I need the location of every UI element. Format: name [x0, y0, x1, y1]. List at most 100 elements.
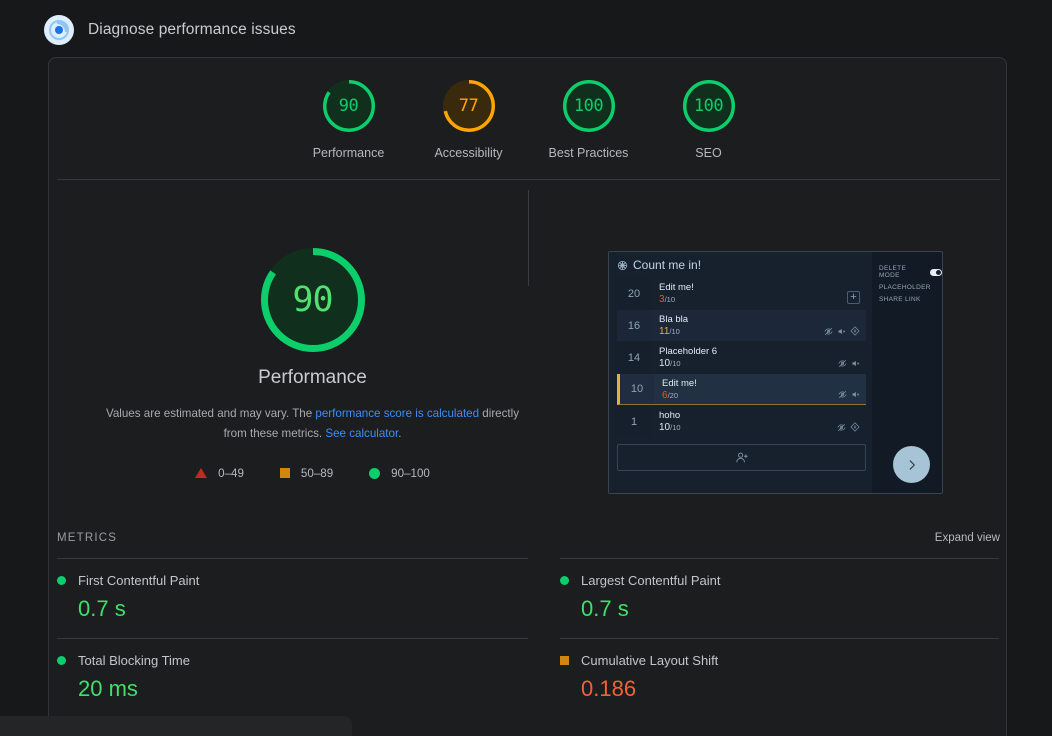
side-option-label: DELETE MODE — [879, 265, 907, 279]
volume-icon[interactable] — [851, 359, 860, 368]
item-icons — [837, 406, 866, 437]
score-gauges: 90 Performance 77 Accessibility 100 Best… — [49, 80, 1008, 160]
preview-side-options: DELETE MODE PLACEHOLDER SHARE LINK — [872, 252, 942, 303]
metric-header: First Contentful Paint — [57, 573, 528, 588]
item-info: hoho 10/10 — [651, 406, 837, 437]
score-label: Accessibility — [434, 146, 503, 160]
side-option-0[interactable]: DELETE MODE — [879, 265, 942, 279]
performance-score-value: 90 — [292, 280, 333, 320]
metric-row[interactable]: Total Blocking Time 20 ms — [57, 638, 528, 718]
page-screenshot-preview: Count me in! 20 Edit me! 3/10 + 16 Bla b… — [608, 251, 943, 494]
list-item[interactable]: 1 hoho 10/10 — [617, 406, 866, 437]
performance-section: 90 Performance Values are estimated and … — [49, 248, 576, 480]
diamond-icon[interactable] — [850, 326, 860, 336]
item-points: 6/20 — [662, 389, 678, 401]
eye-off-icon[interactable] — [838, 359, 847, 368]
item-score: 20 — [617, 278, 651, 309]
score-gauge-3[interactable]: 100 SEO — [649, 80, 769, 160]
report-card: 90 Performance 77 Accessibility 100 Best… — [48, 57, 1007, 736]
side-option-2[interactable]: SHARE LINK — [879, 296, 942, 303]
item-icons: + — [847, 278, 866, 309]
side-option-1[interactable]: PLACEHOLDER — [879, 284, 942, 291]
score-value: 77 — [458, 96, 479, 116]
item-name: hoho — [659, 410, 681, 421]
next-button[interactable] — [893, 446, 930, 483]
performance-score-link[interactable]: performance score is calculated — [315, 407, 479, 420]
item-info: Edit me! 3/10 — [651, 278, 847, 309]
list-item[interactable]: 16 Bla bla 11/10 — [617, 310, 866, 341]
eye-off-icon[interactable] — [837, 423, 846, 432]
score-gauge-2[interactable]: 100 Best Practices — [529, 80, 649, 160]
list-item[interactable]: 10 Edit me! 6/20 — [617, 374, 866, 405]
add-icon[interactable]: + — [847, 291, 860, 304]
expand-view-button[interactable]: Expand view — [935, 532, 1000, 544]
bottom-overlay-panel — [0, 716, 352, 736]
item-icons — [838, 374, 866, 404]
volume-icon[interactable] — [851, 390, 860, 399]
score-value: 100 — [693, 96, 724, 116]
see-calculator-link[interactable]: See calculator — [325, 427, 398, 440]
metrics-column-left: First Contentful Paint 0.7 s Total Block… — [57, 558, 528, 718]
gear-icon — [617, 260, 628, 271]
divider-gauges — [57, 179, 1000, 180]
lighthouse-report-page: Diagnose performance issues 90 Performan… — [0, 0, 1052, 736]
metric-row[interactable]: Cumulative Layout Shift 0.186 — [560, 638, 999, 718]
desc-text-1: Values are estimated and may vary. The — [105, 407, 316, 420]
score-gauge-0[interactable]: 90 Performance — [289, 80, 409, 160]
legend-item-1: 50–89 — [279, 467, 333, 480]
metric-name: First Contentful Paint — [78, 573, 200, 588]
item-score: 16 — [617, 310, 651, 341]
side-option-label: SHARE LINK — [879, 296, 921, 303]
diamond-icon[interactable] — [850, 422, 860, 432]
score-value: 90 — [338, 96, 359, 116]
performance-description: Values are estimated and may vary. The p… — [103, 404, 523, 444]
item-name: Edit me! — [659, 282, 694, 293]
eye-off-icon[interactable] — [824, 327, 833, 336]
metric-name: Total Blocking Time — [78, 653, 190, 668]
list-item[interactable]: 14 Placeholder 6 10/10 — [617, 342, 866, 373]
circle-icon — [369, 467, 381, 479]
item-score: 1 — [617, 406, 651, 437]
item-icons — [824, 310, 866, 341]
list-item[interactable]: 20 Edit me! 3/10 + — [617, 278, 866, 309]
item-name: Edit me! — [662, 377, 697, 389]
legend-item-2: 90–100 — [369, 467, 430, 480]
performance-gauge: 90 — [260, 248, 365, 352]
square-icon — [560, 656, 569, 665]
score-label: SEO — [695, 146, 722, 160]
lighthouse-icon — [44, 15, 74, 45]
score-gauge-ring: 90 — [322, 80, 375, 132]
score-gauge-1[interactable]: 77 Accessibility — [409, 80, 529, 160]
metrics-column-right: Largest Contentful Paint 0.7 s Cumulativ… — [528, 558, 999, 718]
item-info: Edit me! 6/20 — [654, 374, 838, 404]
metrics-header: METRICS Expand view — [57, 532, 1000, 544]
desc-text-3: . — [398, 426, 402, 440]
metrics-section-title: METRICS — [57, 532, 118, 544]
metric-name: Largest Contentful Paint — [581, 573, 721, 588]
metric-value: 20 ms — [78, 676, 138, 701]
eye-off-icon[interactable] — [838, 390, 847, 399]
metrics-grid: First Contentful Paint 0.7 s Total Block… — [57, 558, 1000, 718]
metric-value: 0.7 s — [581, 596, 629, 621]
preview-title-text: Count me in! — [633, 258, 702, 272]
page-title: Diagnose performance issues — [88, 21, 296, 38]
item-info: Bla bla 11/10 — [651, 310, 824, 341]
metric-header: Total Blocking Time — [57, 653, 528, 668]
item-points: 11/10 — [659, 326, 680, 337]
legend-range: 90–100 — [391, 466, 430, 480]
toggle-switch[interactable] — [930, 268, 942, 276]
score-legend: 0–49 50–89 90–100 — [195, 467, 430, 480]
metric-row[interactable]: Largest Contentful Paint 0.7 s — [560, 558, 999, 638]
preview-side-panel: DELETE MODE PLACEHOLDER SHARE LINK — [872, 252, 942, 493]
metric-header: Cumulative Layout Shift — [560, 653, 999, 668]
report-header: Diagnose performance issues — [44, 15, 296, 45]
add-person-button[interactable] — [617, 444, 866, 471]
triangle-icon — [195, 468, 208, 479]
metric-row[interactable]: First Contentful Paint 0.7 s — [57, 558, 528, 638]
legend-range: 0–49 — [218, 466, 244, 480]
volume-icon[interactable] — [837, 327, 846, 336]
preview-list: 20 Edit me! 3/10 + 16 Bla bla 11/10 14 P… — [609, 278, 874, 437]
item-name: Placeholder 6 — [659, 346, 718, 357]
item-score: 14 — [617, 342, 651, 373]
score-gauge-ring: 100 — [682, 80, 735, 132]
